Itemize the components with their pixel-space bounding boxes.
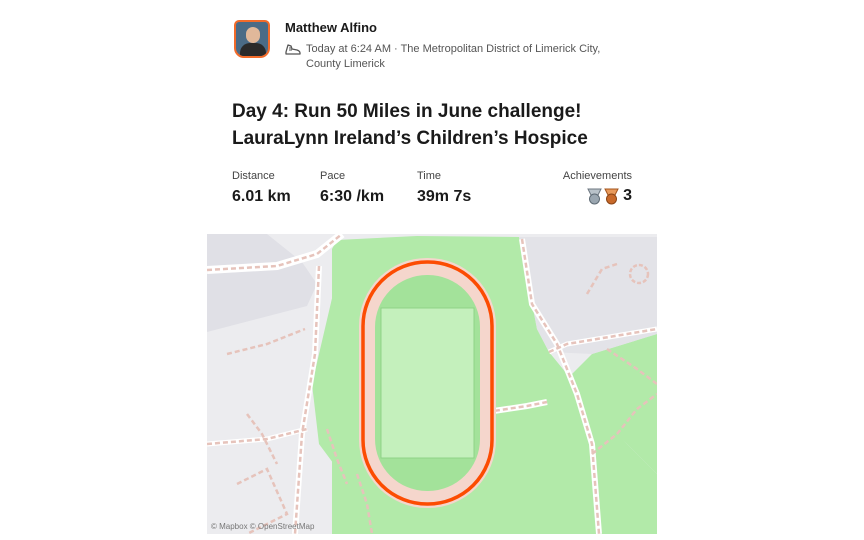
- shoe-icon: [285, 44, 301, 55]
- activity-map[interactable]: © Mapbox © OpenStreetMap: [207, 234, 657, 534]
- stat-time-value: 39m 7s: [417, 188, 472, 205]
- stat-achievements-label: Achievements: [562, 170, 632, 182]
- footpath: [226, 327, 306, 356]
- bronze-medal-icon: [604, 188, 619, 204]
- stat-distance-value: 6.01 km: [232, 188, 291, 205]
- stat-distance-label: Distance: [232, 170, 275, 182]
- stat-distance: Distance 6.01 km: [232, 170, 291, 206]
- activity-meta: Today at 6:24 AM · The Metropolitan Dist…: [306, 43, 601, 70]
- map-canvas: [207, 234, 657, 534]
- stat-time-label: Time: [417, 170, 442, 182]
- map-attribution[interactable]: © Mapbox © OpenStreetMap: [211, 522, 314, 531]
- stat-pace-label: Pace: [320, 170, 346, 182]
- silver-medal-icon: [587, 188, 602, 204]
- stat-time: Time 39m 7s: [417, 170, 471, 206]
- achievements-count: 3: [623, 187, 632, 204]
- avatar-head: [246, 27, 260, 43]
- activity-title[interactable]: Day 4: Run 50 Miles in June challenge! L…: [232, 98, 652, 152]
- stat-pace: Pace 6:30 /km: [320, 170, 384, 206]
- stat-achievements[interactable]: Achievements 3: [563, 170, 632, 205]
- road: [207, 426, 308, 447]
- avatar-body: [240, 43, 266, 56]
- landuse-block: [207, 234, 317, 332]
- athlete-name[interactable]: Matthew Alfino: [285, 20, 377, 35]
- stat-pace-value: 6:30 /km: [320, 188, 385, 205]
- athlete-avatar[interactable]: [234, 20, 270, 58]
- football-pitch: [380, 307, 475, 459]
